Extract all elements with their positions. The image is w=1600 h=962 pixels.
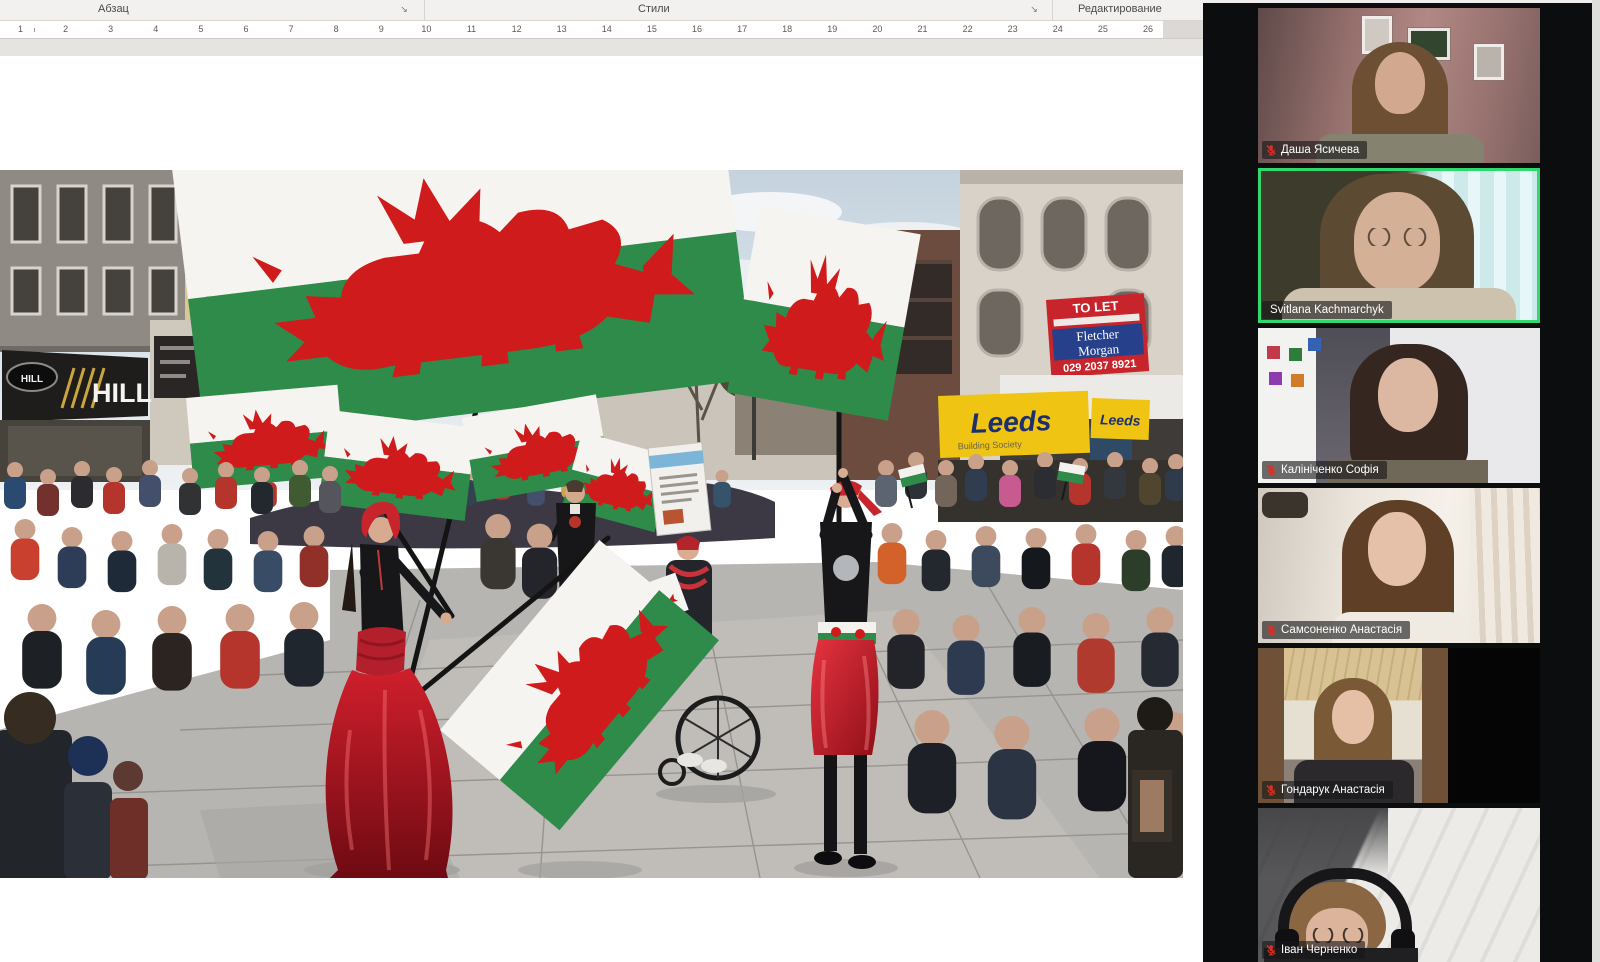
ruler-number: 13: [555, 23, 569, 36]
video-bg-layer: [1470, 488, 1540, 643]
participant-tile[interactable]: Даша Ясичева: [1258, 8, 1540, 163]
ribbon-group-divider: [1052, 0, 1053, 20]
leeds-sign-text: Leeds: [970, 405, 1052, 439]
participant-video: [1258, 648, 1540, 803]
ruler-number: 9: [377, 23, 386, 36]
leeds-sign: Leeds Building Society: [938, 391, 1090, 458]
muted-mic-icon: [1265, 144, 1277, 156]
leeds-small-text: Leeds: [1100, 411, 1141, 428]
participant-name: Калініченко Софія: [1281, 463, 1379, 477]
ruler-number: 24: [1051, 23, 1065, 36]
participant-tile[interactable]: Самсоненко Анастасія: [1258, 488, 1540, 643]
morgan-sign-text: Morgan: [1078, 341, 1120, 359]
document-background: [0, 39, 1203, 56]
hill-logo-text: HILL: [21, 374, 43, 385]
participant-tile[interactable]: Svitlana Kachmarchyk: [1258, 168, 1540, 323]
ruler-number: 8: [332, 23, 341, 36]
ruler-number: 15: [645, 23, 659, 36]
ruler-number: 12: [510, 23, 524, 36]
person-glasses: [1364, 228, 1430, 246]
zoom-video-panel: Даша Ясичева Svitlana Kachmarchyk: [1203, 0, 1600, 962]
participant-tile[interactable]: Гондарук Анастасія: [1258, 648, 1540, 803]
video-bg-layer: [1267, 346, 1280, 359]
ruler-number: 25: [1096, 23, 1110, 36]
ruler-number: 18: [780, 23, 794, 36]
muted-mic-icon: [1265, 784, 1277, 796]
ruler-number: 6: [241, 23, 250, 36]
word-ruler[interactable]: 1234567891011121314151617181920212223242…: [0, 21, 1203, 39]
ruler-margin-shade: [1163, 21, 1203, 38]
ruler-number: 22: [961, 23, 975, 36]
hill-sign-text: HILL: [92, 378, 152, 408]
ruler-number: 4: [151, 23, 160, 36]
ruler-number: 17: [735, 23, 749, 36]
participant-nameplate: Даша Ясичева: [1262, 141, 1367, 159]
ruler-number: 23: [1006, 23, 1020, 36]
styles-dialog-launcher-icon[interactable]: ↘: [1028, 3, 1040, 15]
participant-video: [1258, 328, 1540, 483]
participant-video: [1258, 808, 1540, 962]
estate-agent-sign: TO LET Fletcher Morgan 029 2037 8921: [1046, 293, 1149, 378]
participant-video: [1258, 488, 1540, 643]
muted-mic-icon: [1265, 624, 1277, 636]
participant-name: Самсоненко Анастасія: [1281, 623, 1402, 637]
ruler-number: 20: [870, 23, 884, 36]
person-face: [1378, 358, 1438, 432]
participant-nameplate: Калініченко Софія: [1262, 461, 1387, 479]
participant-nameplate: Самсоненко Анастасія: [1262, 621, 1410, 639]
to-let-sign-text: TO LET: [1072, 298, 1119, 316]
video-bg-layer: [1258, 808, 1388, 878]
participant-name: Svitlana Kachmarchyk: [1270, 303, 1384, 317]
participant-video: [1258, 168, 1540, 323]
participant-nameplate: Svitlana Kachmarchyk: [1262, 301, 1392, 319]
document-page[interactable]: X HILL HILL: [0, 56, 1203, 962]
ruler-number: 19: [825, 23, 839, 36]
ruler-number: 1: [16, 23, 25, 36]
ruler-number: 2: [61, 23, 70, 36]
ruler-number: 26: [1141, 23, 1155, 36]
participant-nameplate: Гондарук Анастасія: [1262, 781, 1393, 799]
zoom-panel-scroll-edge[interactable]: [1592, 0, 1600, 962]
parade-photo-illustration: X HILL HILL: [0, 170, 1183, 878]
ribbon-group-paragraph-label: Абзац: [98, 3, 129, 15]
leeds-small-sign: Leeds: [1091, 398, 1150, 440]
zoom-panel-top-edge: [1203, 0, 1600, 3]
ruler-number: 7: [287, 23, 296, 36]
participant-tile[interactable]: Калініченко Софія: [1258, 328, 1540, 483]
ruler-number: 14: [600, 23, 614, 36]
word-window: Абзац ↘ Стили ↘ Редактирование 123456789…: [0, 0, 1203, 962]
participant-tile[interactable]: Іван Черненко: [1258, 808, 1540, 962]
participant-tile-strip: Даша Ясичева Svitlana Kachmarchyk: [1258, 8, 1540, 962]
ruler-number: 11: [465, 23, 478, 36]
muted-mic-icon: [1265, 464, 1277, 476]
participant-name: Даша Ясичева: [1281, 143, 1359, 157]
participant-name: Іван Черненко: [1281, 943, 1357, 957]
paragraph-dialog-launcher-icon[interactable]: ↘: [398, 3, 410, 15]
ribbon-group-divider: [424, 0, 425, 20]
ribbon-group-editing-label: Редактирование: [1078, 3, 1162, 15]
ruler-number: 3: [106, 23, 115, 36]
ruler-number: 5: [196, 23, 205, 36]
parade-placard: [648, 442, 711, 535]
participant-nameplate: Іван Черненко: [1262, 941, 1365, 959]
ruler-number: 16: [690, 23, 704, 36]
person-face: [1368, 512, 1426, 586]
participant-video: [1258, 8, 1540, 163]
ribbon-group-styles-label: Стили: [638, 3, 670, 15]
document-inline-photo[interactable]: X HILL HILL: [0, 170, 1183, 878]
person-face: [1375, 52, 1425, 114]
person-face: [1332, 690, 1374, 744]
video-bg-layer: [1474, 44, 1504, 80]
video-bg-layer: [1262, 492, 1308, 518]
word-ribbon: Абзац ↘ Стили ↘ Редактирование: [0, 0, 1203, 21]
ruler-number: 10: [419, 23, 433, 36]
participant-name: Гондарук Анастасія: [1281, 783, 1385, 797]
screen: Абзац ↘ Стили ↘ Редактирование 123456789…: [0, 0, 1600, 962]
ruler-number: 21: [915, 23, 929, 36]
muted-mic-icon: [1265, 944, 1277, 956]
